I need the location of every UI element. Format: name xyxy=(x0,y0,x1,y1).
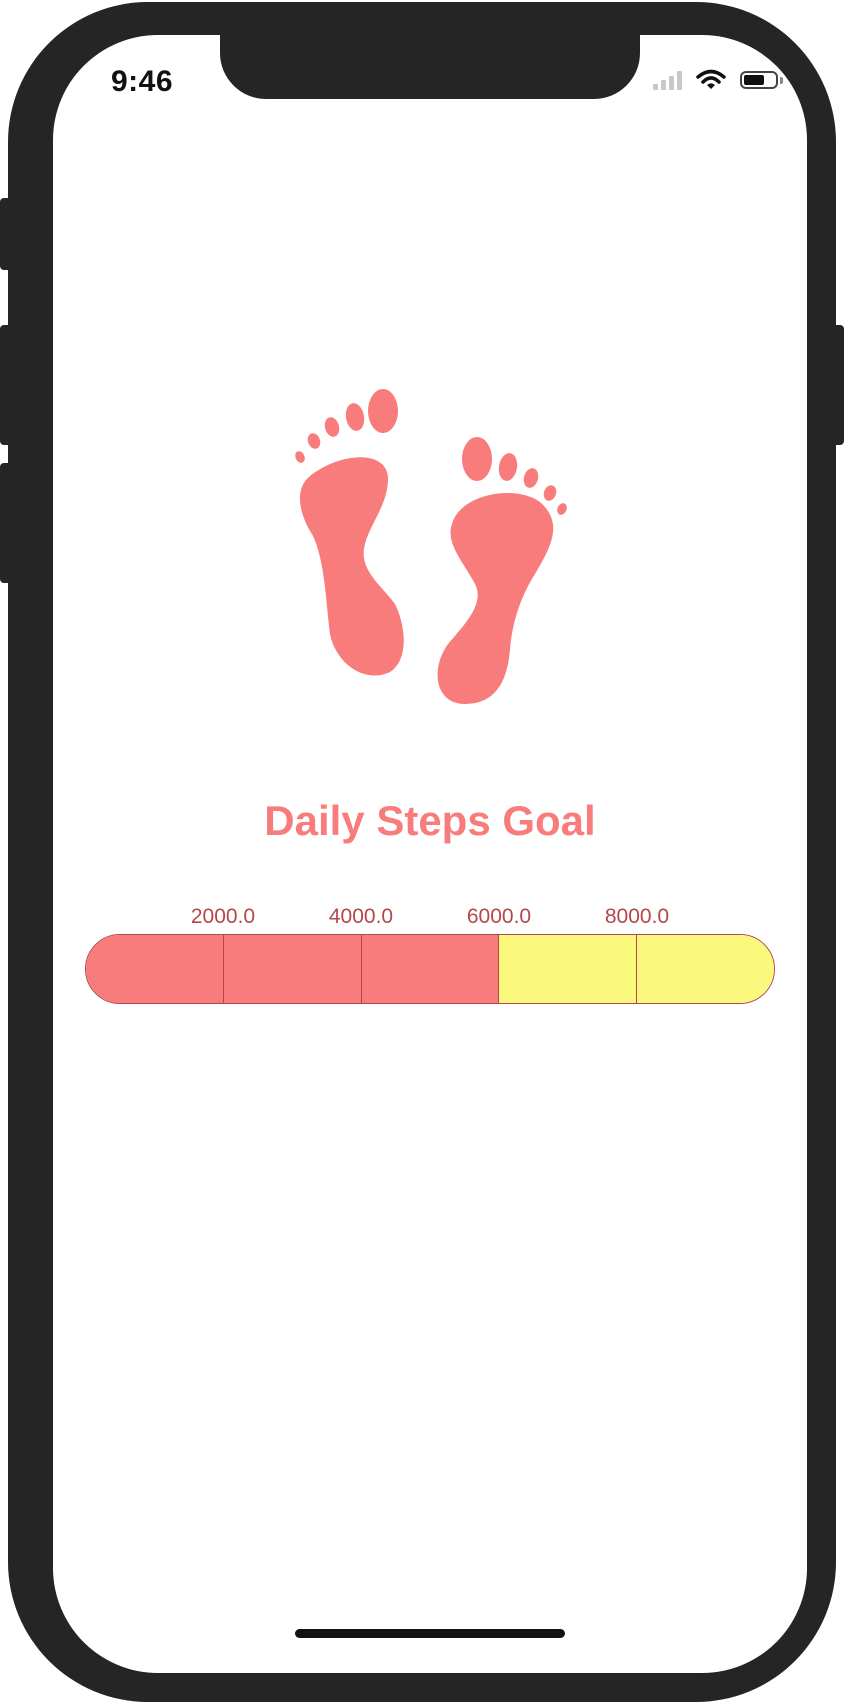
wifi-icon xyxy=(696,69,726,89)
slider-segment-5[interactable] xyxy=(637,935,774,1003)
status-icons xyxy=(653,69,783,91)
battery-icon xyxy=(740,71,783,89)
phone-frame: 9:46 Daily Steps Goal 2000.0 4000.0 6000… xyxy=(8,2,836,1702)
status-time: 9:46 xyxy=(111,65,174,98)
page-title: Daily Steps Goal xyxy=(264,797,596,844)
slider-segment-1[interactable] xyxy=(86,935,224,1003)
slider-segment-2[interactable] xyxy=(223,935,362,1003)
slider-segment-4[interactable] xyxy=(499,935,638,1003)
notch xyxy=(220,35,640,99)
tick-label-6000: 6000.0 xyxy=(466,905,532,928)
tick-label-4000: 4000.0 xyxy=(328,905,394,928)
slider-segment-3[interactable] xyxy=(361,935,500,1003)
tick-label-8000: 8000.0 xyxy=(604,905,670,928)
footprints-icon xyxy=(295,389,567,704)
steps-goal-slider[interactable] xyxy=(85,934,775,1004)
tick-label-2000: 2000.0 xyxy=(190,905,256,928)
cellular-signal-icon xyxy=(653,70,682,90)
screen: 9:46 Daily Steps Goal 2000.0 4000.0 6000… xyxy=(53,35,807,1673)
home-indicator[interactable] xyxy=(295,1629,565,1638)
slider-tick-labels: 2000.0 4000.0 6000.0 8000.0 xyxy=(85,905,775,933)
